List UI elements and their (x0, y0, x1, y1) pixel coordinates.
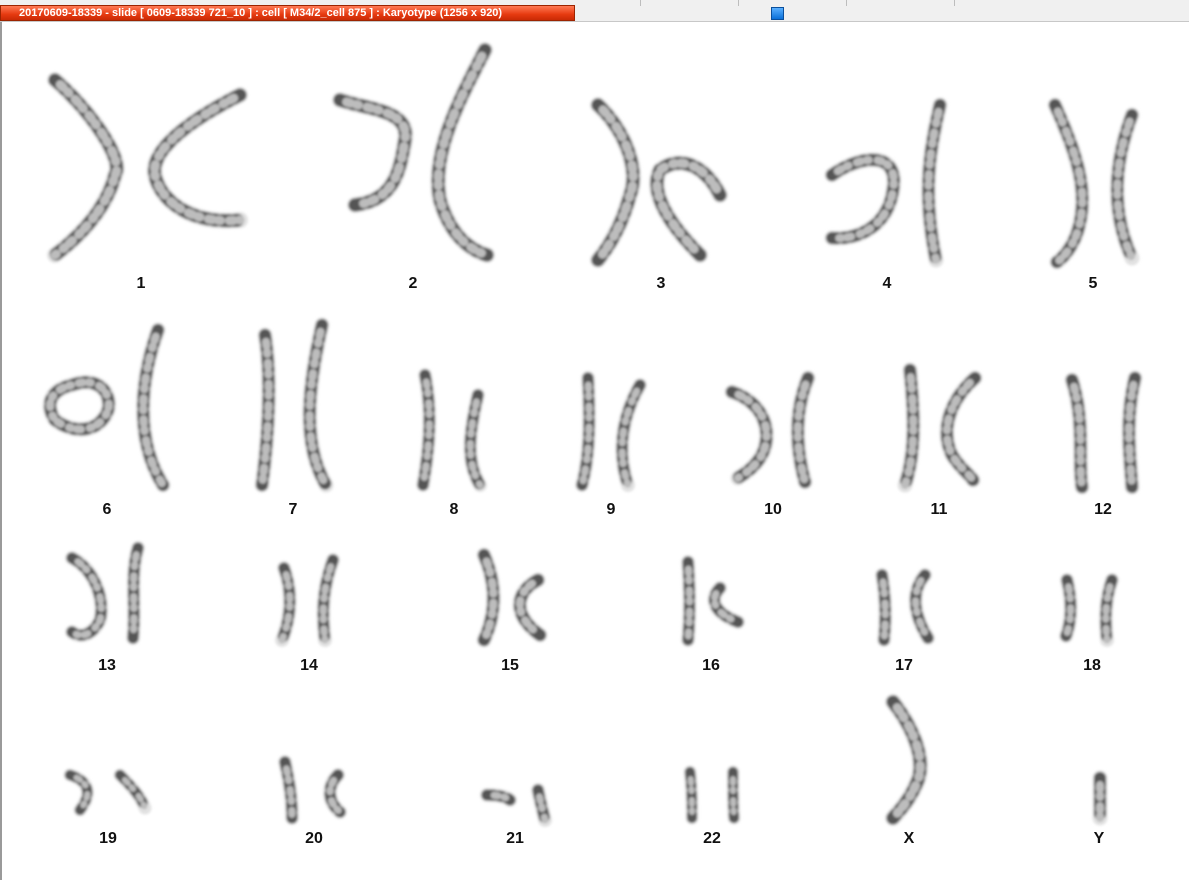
chromosome-pair-8 (416, 368, 487, 492)
chromosome-pair-4 (824, 97, 948, 268)
chromosome-pair-20 (278, 755, 347, 825)
chromosome-pair-11 (897, 362, 983, 493)
chromosome-pair-3 (590, 97, 728, 268)
chromosome-pair-16 (681, 555, 745, 647)
chromosome-pair-22 (683, 765, 741, 825)
chromosome-label-2: 2 (408, 275, 418, 292)
chromosome-label-X: X (903, 830, 915, 847)
chromosome-label-7: 7 (288, 501, 298, 518)
chromosome-label-21: 21 (506, 830, 524, 847)
chromosome-1-highlight-1 (50, 75, 122, 260)
karyogram (42, 42, 1143, 827)
chromosome-pair-13 (65, 541, 145, 645)
chromosome-pair-6 (42, 322, 171, 493)
chromosome-label-13: 13 (98, 657, 116, 674)
chromosome-pair-5 (1047, 97, 1140, 270)
chromosome-pair-2 (332, 42, 495, 263)
chromosome-13-highlight-1 (68, 554, 105, 639)
chromosome-label-3: 3 (656, 275, 666, 292)
chromosome-pair-7 (254, 317, 334, 493)
chromosome-label-14: 14 (300, 657, 318, 674)
chromosome-label-19: 19 (99, 830, 117, 847)
chromosome-label-16: 16 (702, 657, 720, 674)
chromosome-label-1: 1 (136, 275, 146, 292)
chromosome-label-Y: Y (1093, 830, 1105, 847)
chromosome-pair-18 (1059, 573, 1119, 647)
chromosome-label-18: 18 (1083, 657, 1101, 674)
chromosome-label-11: 11 (930, 501, 948, 518)
chromosome-label-10: 10 (764, 501, 782, 518)
chromosome-17-highlight-1 (878, 571, 889, 644)
chromosome-pair-X (885, 694, 929, 826)
chromosome-label-5: 5 (1088, 275, 1098, 292)
chromosome-label-15: 15 (501, 657, 519, 674)
chromosome-pair-1 (47, 72, 248, 263)
chromosome-3-highlight-2 (652, 158, 725, 260)
chromosome-label-4: 4 (882, 275, 892, 292)
chromosome-pair-15 (476, 547, 548, 648)
chromosome-pair-10 (724, 370, 816, 490)
chromosome-pair-17 (875, 568, 935, 647)
chromosome-label-22: 22 (703, 830, 721, 847)
chromosome-label-8: 8 (449, 501, 459, 518)
chromosome-label-20: 20 (305, 830, 323, 847)
chromosome-pair-19 (63, 768, 152, 817)
chromosome-pair-21 (480, 783, 552, 827)
chromosome-label-9: 9 (606, 501, 616, 518)
chromosome-pair-9 (575, 371, 647, 492)
chromosome-label-17: 17 (895, 657, 913, 674)
chromosome-label-6: 6 (102, 501, 112, 518)
chromosome-pair-14 (275, 553, 340, 647)
chromosome-pair-12 (1064, 370, 1143, 495)
chromosome-label-12: 12 (1094, 501, 1112, 518)
